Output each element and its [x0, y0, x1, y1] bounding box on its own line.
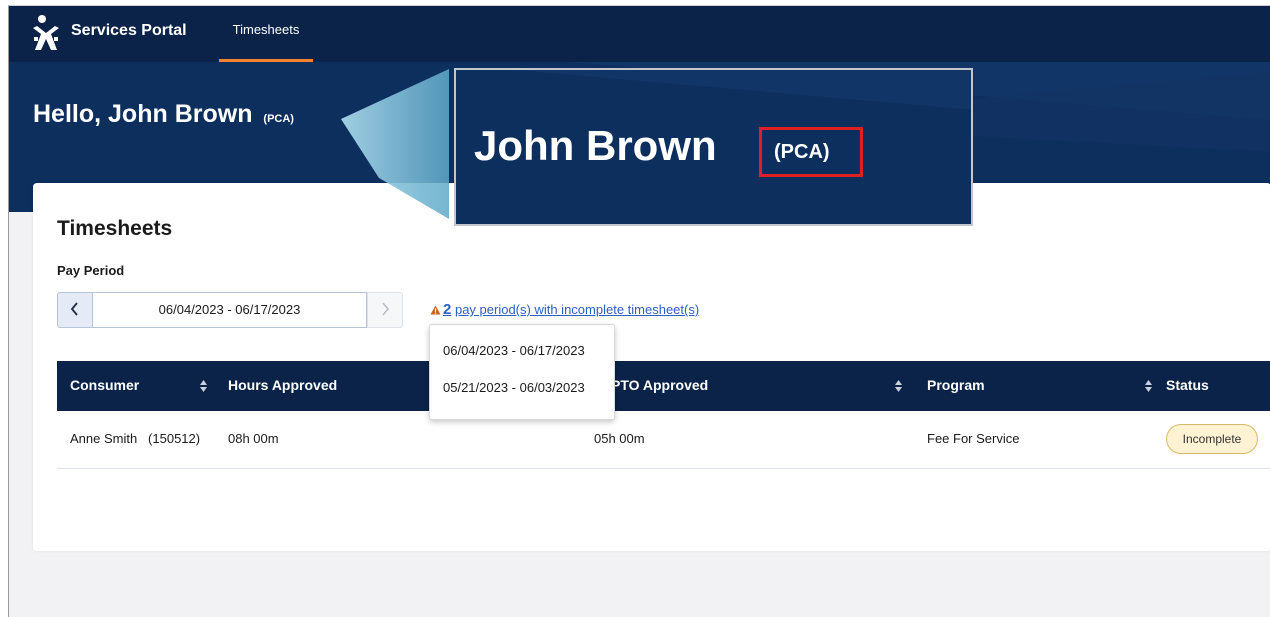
- zoom-user-name: John Brown: [474, 122, 717, 169]
- zoom-user-role: (PCA): [759, 127, 863, 177]
- zoom-callout: John Brown (PCA): [454, 68, 973, 226]
- portal-window: Services Portal Timesheets Hello, John B…: [8, 5, 1270, 617]
